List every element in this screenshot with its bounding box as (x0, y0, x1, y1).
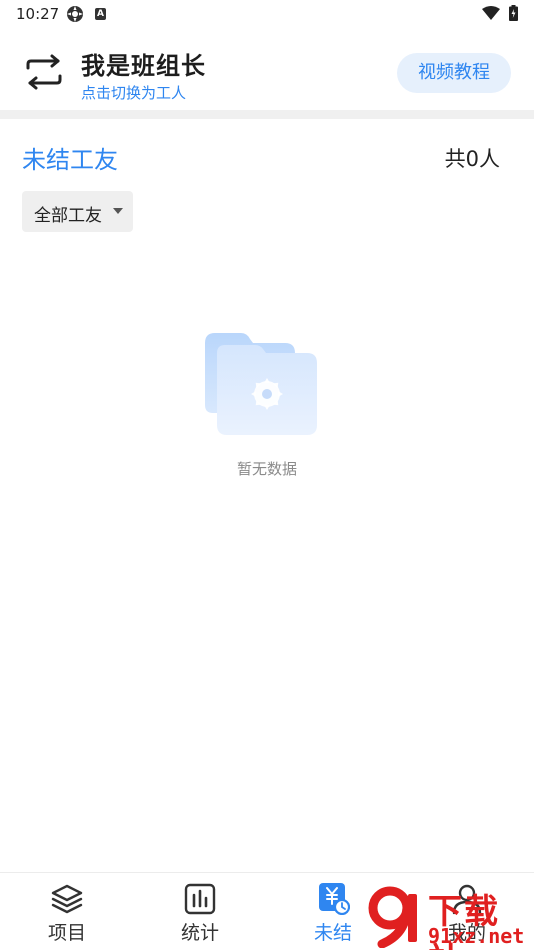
caret-down-icon (113, 208, 123, 214)
empty-state-text: 暂无数据 (236, 460, 297, 478)
empty-folder-icon (205, 333, 317, 435)
worker-filter-dropdown[interactable]: 全部工友 (22, 191, 133, 232)
swap-arrows-icon[interactable] (24, 54, 64, 90)
yen-clock-icon (319, 883, 350, 915)
worker-count: 共0人 (444, 147, 500, 171)
watermark-bottom-text: 91xz.net (428, 924, 525, 948)
a-badge-icon: A (95, 8, 106, 20)
status-bar: 10:27 A (0, 0, 534, 28)
app-header: 我是班组长 点击切换为工人 视频教程 (0, 28, 534, 110)
nav-label-projects: 项目 (47, 922, 86, 944)
video-tutorial-button[interactable]: 视频教程 (397, 53, 511, 93)
settings-gear-icon (67, 6, 83, 22)
nav-item-statistics[interactable]: 统计 (133, 873, 267, 950)
filter-selected-value: 全部工友 (34, 206, 102, 226)
battery-icon (509, 5, 518, 21)
header-divider (0, 110, 534, 119)
bar-chart-icon (184, 883, 216, 915)
app-screen: 10:27 A 我是班组长 点击切换为工人 视频教程 未结工友 共0人 全部工友… (0, 0, 534, 950)
nav-label-statistics: 统计 (180, 922, 219, 944)
watermark-logo-icon (368, 886, 417, 948)
wifi-icon (482, 6, 500, 20)
role-title: 我是班组长 (81, 52, 206, 80)
switch-role-link[interactable]: 点击切换为工人 (81, 82, 186, 103)
section-title: 未结工友 (22, 146, 118, 174)
status-time: 10:27 (16, 5, 60, 23)
layers-icon (51, 884, 83, 914)
nav-item-projects[interactable]: 项目 (0, 873, 134, 950)
site-watermark: 下载站 91xz.net (362, 884, 534, 950)
